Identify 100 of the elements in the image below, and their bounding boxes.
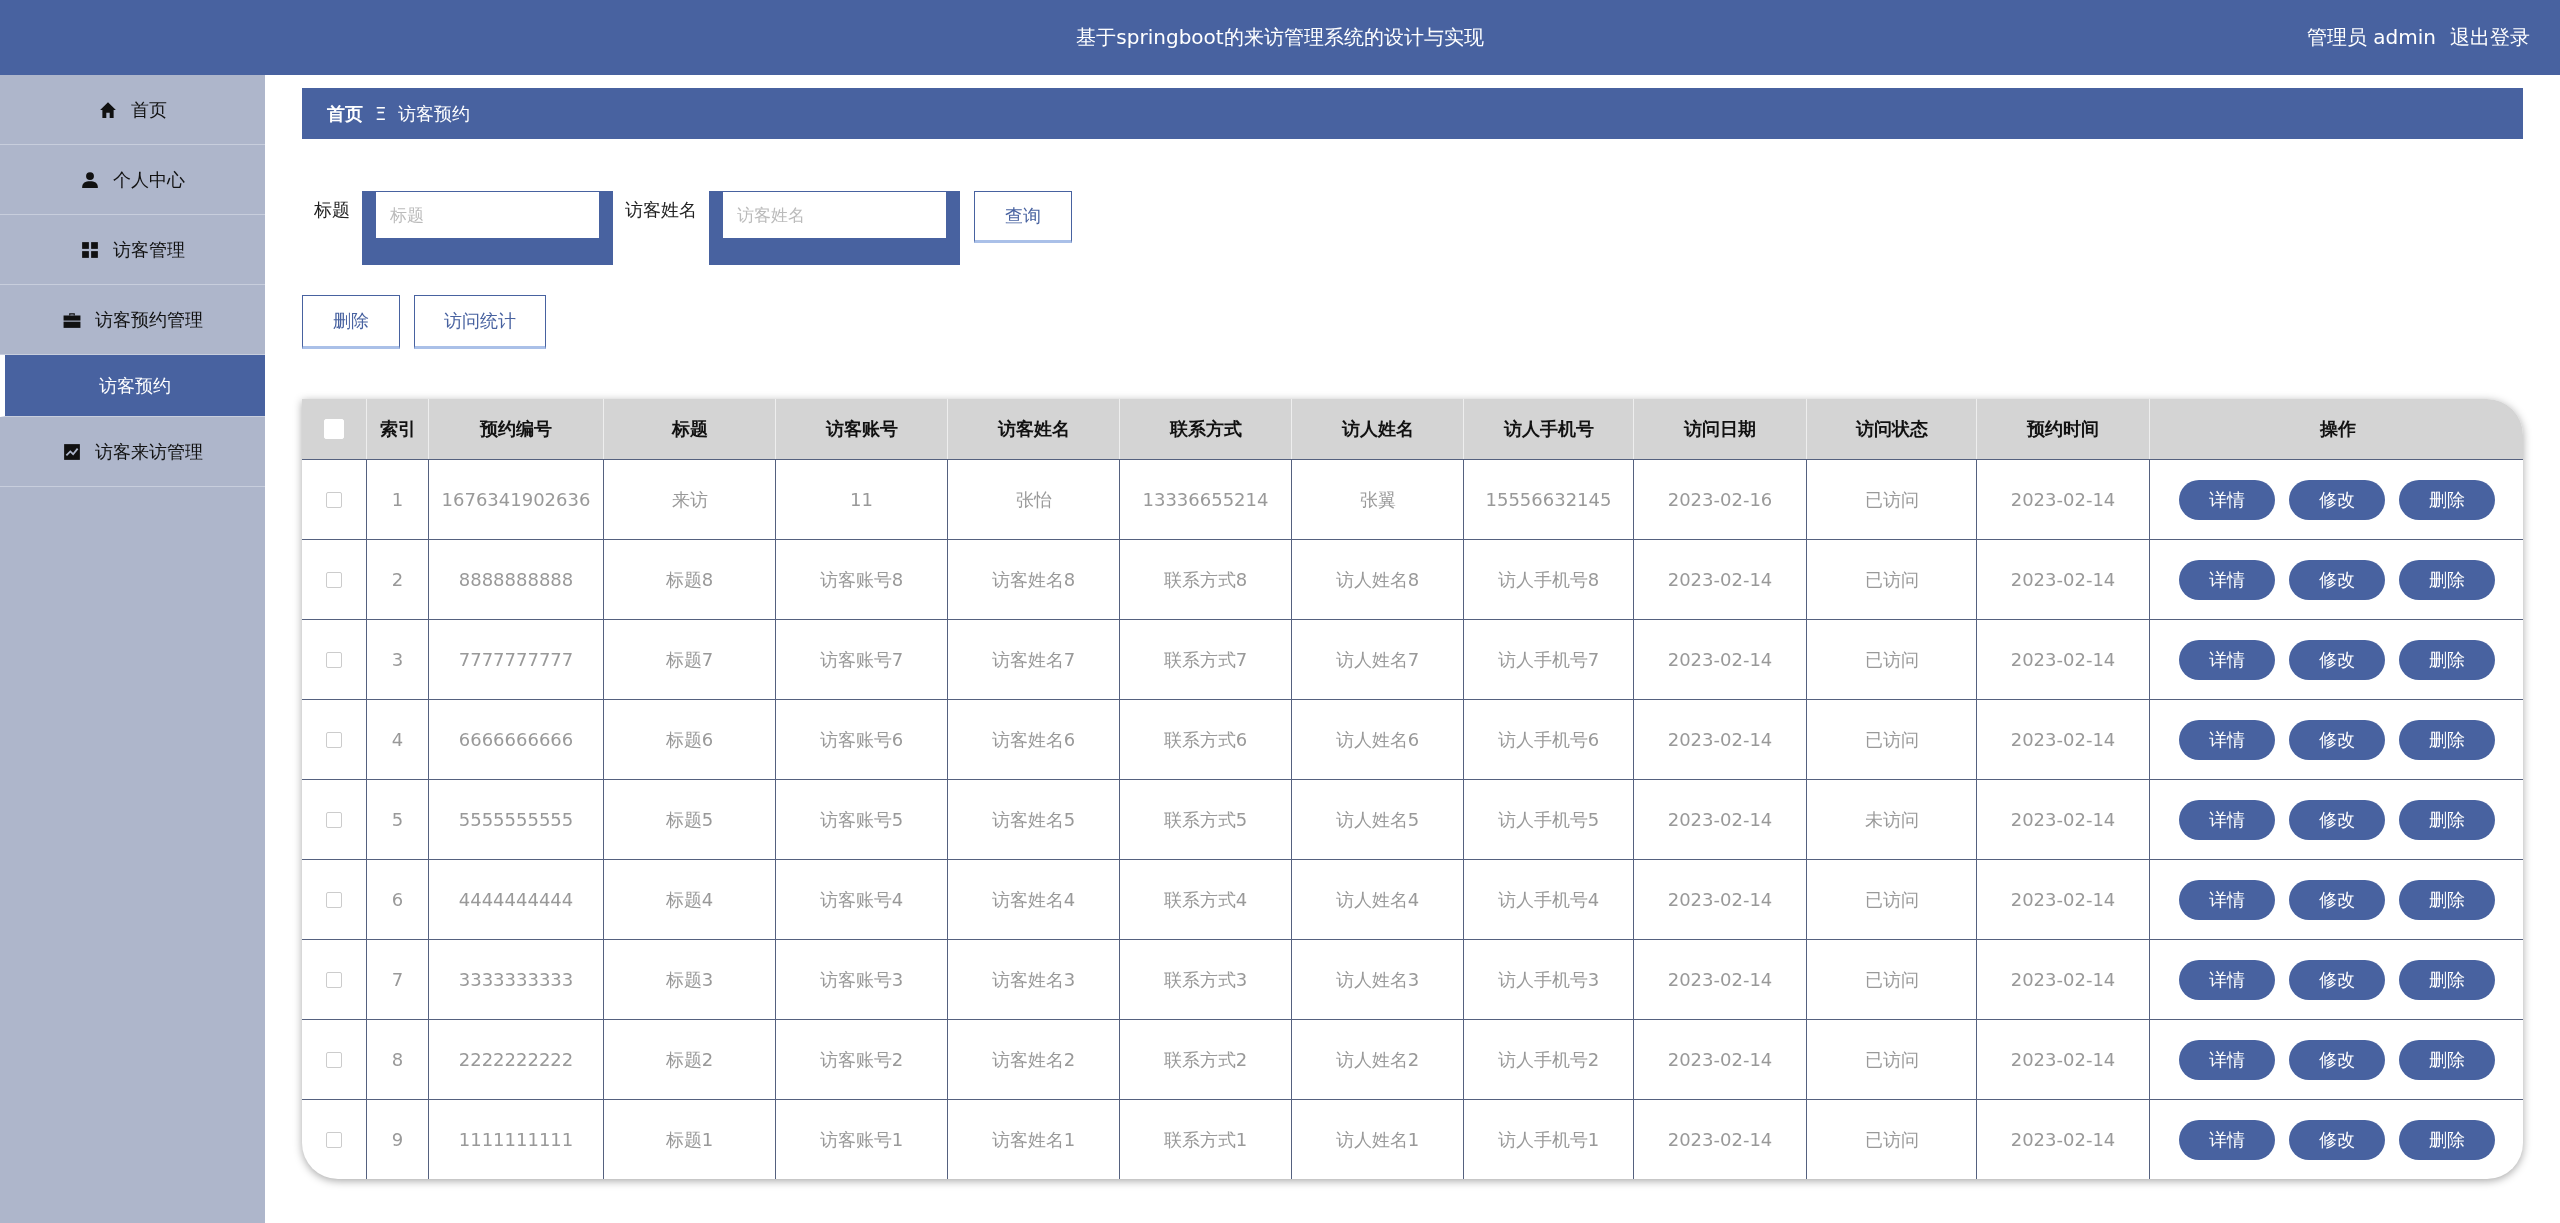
delete-button[interactable]: 删除 [2398,799,2495,840]
delete-button[interactable]: 删除 [2398,479,2495,520]
logout-link[interactable]: 退出登录 [2450,24,2530,51]
search-button[interactable]: 查询 [974,191,1072,243]
table-cell: 访人手机号7 [1463,620,1633,699]
table-cell: 访客姓名2 [947,1020,1119,1099]
checkbox[interactable] [326,1131,342,1148]
table-cell: 访人手机号5 [1463,780,1633,859]
detail-button[interactable]: 详情 [2178,719,2275,760]
table-cell: 8 [366,1020,428,1099]
home-icon [98,100,117,119]
table-cell: 2023-02-14 [1633,620,1806,699]
checkbox[interactable] [326,891,342,908]
table-cell: 2023-02-14 [1976,540,2149,619]
table-cell: 联系方式6 [1119,700,1291,779]
table-cell: 访客姓名7 [947,620,1119,699]
edit-button[interactable]: 修改 [2288,559,2385,600]
table-cell: 8888888888 [428,540,603,619]
sidebar-item[interactable]: 访客管理 [0,215,265,285]
detail-button[interactable]: 详情 [2178,559,2275,600]
checkbox[interactable] [326,651,342,668]
table-cell: 标题5 [603,780,775,859]
delete-button[interactable]: 删除 [2398,719,2495,760]
table-cell: 2023-02-14 [1633,780,1806,859]
detail-button[interactable]: 详情 [2178,879,2275,920]
table-cell: 访客姓名8 [947,540,1119,619]
checkbox[interactable] [326,491,342,508]
table-cell: 1111111111 [428,1100,603,1179]
table-cell: 2023-02-14 [1633,540,1806,619]
sidebar-item[interactable]: 访客来访管理 [0,417,265,487]
table-cell: 已访问 [1806,1020,1976,1099]
table-cell: 已访问 [1806,460,1976,539]
table-cell: 标题1 [603,1100,775,1179]
table-cell: 7777777777 [428,620,603,699]
checkbox[interactable] [326,731,342,748]
delete-button[interactable]: 删除 [2398,559,2495,600]
table-cell: 2023-02-14 [1633,1020,1806,1099]
table-cell: 访人手机号8 [1463,540,1633,619]
detail-button[interactable]: 详情 [2178,479,2275,520]
table-cell: 联系方式8 [1119,540,1291,619]
delete-button[interactable]: 删除 [2398,639,2495,680]
table-cell: 2023-02-14 [1976,940,2149,1019]
table-cell: 2023-02-14 [1976,1020,2149,1099]
breadcrumb-separator: Ξ [375,103,387,124]
edit-button[interactable]: 修改 [2288,879,2385,920]
breadcrumb-link[interactable]: 首页 [327,101,363,126]
edit-button[interactable]: 修改 [2288,479,2385,520]
table-cell: 访人姓名3 [1291,940,1463,1019]
table-cell: 2023-02-16 [1633,460,1806,539]
delete-button[interactable]: 删除 [2398,959,2495,1000]
table-cell: 访客账号6 [775,700,947,779]
briefcase-icon [62,310,81,329]
checkbox[interactable] [326,1051,342,1068]
edit-button[interactable]: 修改 [2288,1039,2385,1080]
delete-button[interactable]: 删除 [2398,1039,2495,1080]
submenu-item[interactable]: 访客预约 [0,355,265,417]
edit-button[interactable]: 修改 [2288,719,2385,760]
table-cell: 标题4 [603,860,775,939]
search-field[interactable]: 标题 [362,191,613,265]
sidebar-item[interactable]: 个人中心 [0,145,265,215]
table-cell: 访客账号7 [775,620,947,699]
delete-button[interactable]: 删除 [302,295,400,349]
column-header: 预约时间 [1976,399,2149,459]
table-cell: 联系方式7 [1119,620,1291,699]
detail-button[interactable]: 详情 [2178,639,2275,680]
table-cell: 标题6 [603,700,775,779]
edit-button[interactable]: 修改 [2288,1119,2385,1160]
table-cell: 13336655214 [1119,460,1291,539]
table-cell: 标题2 [603,1020,775,1099]
table-cell: 访人姓名2 [1291,1020,1463,1099]
sidebar-item[interactable]: 首页 [0,75,265,145]
table-cell: 张翼 [1291,460,1463,539]
statistics-button[interactable]: 访问统计 [414,295,546,349]
detail-button[interactable]: 详情 [2178,959,2275,1000]
edit-button[interactable]: 修改 [2288,639,2385,680]
edit-button[interactable]: 修改 [2288,959,2385,1000]
edit-button[interactable]: 修改 [2288,799,2385,840]
user-icon [80,170,99,189]
table-cell: 4444444444 [428,860,603,939]
detail-button[interactable]: 详情 [2178,799,2275,840]
column-header: 访问状态 [1806,399,1976,459]
checkbox[interactable] [326,571,342,588]
table-cell: 张怡 [947,460,1119,539]
delete-button[interactable]: 删除 [2398,1119,2495,1160]
table-cell: 联系方式5 [1119,780,1291,859]
table-cell: 访客账号1 [775,1100,947,1179]
table-cell: 访人手机号3 [1463,940,1633,1019]
table-cell: 联系方式1 [1119,1100,1291,1179]
delete-button[interactable]: 删除 [2398,879,2495,920]
table-cell: 7 [366,940,428,1019]
search-field[interactable]: 访客姓名 [709,191,960,265]
detail-button[interactable]: 详情 [2178,1039,2275,1080]
detail-button[interactable]: 详情 [2178,1119,2275,1160]
column-header: 访客姓名 [947,399,1119,459]
table-cell: 5 [366,780,428,859]
checkbox[interactable] [326,971,342,988]
table-cell: 3 [366,620,428,699]
table-cell: 1676341902636 [428,460,603,539]
checkbox[interactable] [326,811,342,828]
grid-icon [80,240,99,259]
